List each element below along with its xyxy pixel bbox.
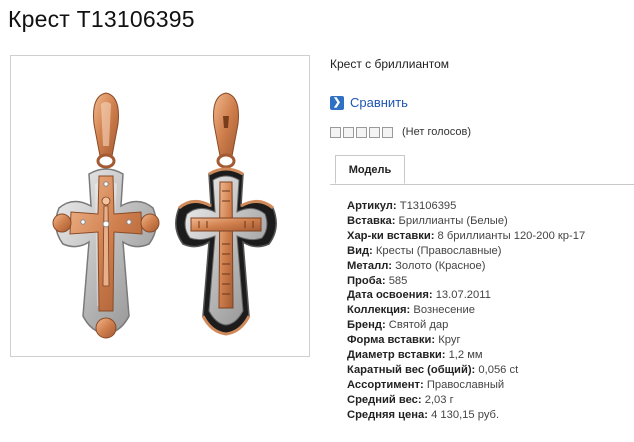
spec-row: Вид: Кресты (Православные) (347, 244, 585, 259)
votes-count: (Нет голосов) (402, 126, 472, 138)
spec-label: Артикул: (347, 200, 397, 212)
spec-value: 13.07.2011 (435, 289, 491, 302)
rating-star-3[interactable] (356, 126, 367, 138)
spec-row: Каратный вес (общий): 0,056 ct (347, 363, 585, 378)
spec-label: Средняя цена: (347, 408, 428, 421)
cross-back (175, 92, 277, 336)
spec-value: Кресты (Православные) (375, 244, 502, 257)
compare-label[interactable]: Сравнить (350, 95, 408, 110)
spec-row: Форма вставки: Круг (347, 333, 585, 348)
spec-row: Артикул: T13106395 (347, 199, 585, 214)
spec-value: Круг (438, 334, 461, 347)
rating-star-4[interactable] (369, 126, 380, 138)
spec-value: T13106395 (399, 200, 457, 212)
spec-label: Вставка: (347, 214, 396, 227)
spec-value: 4 130,15 руб. (431, 408, 500, 421)
spec-value: Бриллианты (Белые) (398, 214, 508, 227)
cross-front (52, 92, 160, 339)
spec-row: Проба: 585 (347, 274, 585, 289)
rating-star-2[interactable] (343, 126, 354, 138)
spec-label: Каратный вес (общий): (347, 363, 476, 376)
specs-list: Артикул: T13106395 Вставка: Бриллианты (… (347, 199, 585, 423)
spec-label: Коллекция: (347, 304, 411, 317)
spec-value: Вознесение (413, 304, 475, 317)
spec-label: Вид: (347, 244, 373, 257)
arrow-right-icon[interactable]: ❯ (330, 95, 344, 110)
rating-star-5[interactable] (382, 126, 393, 138)
spec-label: Дата освоения: (347, 289, 433, 302)
page-title: Крест T13106395 (8, 6, 195, 32)
rating-widget[interactable]: (Нет голосов) (330, 126, 471, 138)
spec-row: Металл: Золото (Красное) (347, 259, 585, 274)
spec-row: Ассортимент: Православный (347, 378, 585, 393)
cross-pendant-image (52, 92, 277, 339)
spec-value: Золото (Красное) (395, 259, 486, 272)
rating-star-1[interactable] (330, 126, 341, 138)
spec-row: Диаметр вставки: 1,2 мм (347, 348, 585, 363)
product-subtitle: Крест с бриллиантом (330, 57, 450, 71)
tabs-divider (330, 184, 634, 185)
spec-label: Средний вес: (347, 393, 422, 406)
spec-value: Святой дар (388, 319, 449, 332)
spec-value: 2,03 г (424, 393, 454, 406)
spec-row: Вставка: Бриллианты (Белые) (347, 214, 585, 229)
spec-label: Бренд: (347, 319, 386, 332)
spec-value: Православный (426, 378, 505, 391)
spec-row: Коллекция: Вознесение (347, 303, 585, 318)
spec-value: 1,2 мм (448, 349, 483, 362)
spec-label: Хар-ки вставки: (347, 229, 435, 242)
spec-label: Ассортимент: (347, 378, 424, 391)
tab-model[interactable]: Модель (335, 155, 405, 184)
spec-row: Хар-ки вставки: 8 бриллианты 120-200 кр-… (347, 229, 585, 244)
spec-value: 585 (388, 274, 408, 287)
spec-row: Бренд: Святой дар (347, 318, 585, 333)
spec-row: Дата освоения: 13.07.2011 (347, 288, 585, 303)
spec-label: Форма вставки: (347, 334, 436, 347)
spec-label: Металл: (347, 259, 393, 272)
spec-label: Диаметр вставки: (347, 349, 446, 362)
spec-row: Средняя цена: 4 130,15 руб. (347, 408, 585, 423)
spec-label: Проба: (347, 274, 386, 287)
spec-row: Средний вес: 2,03 г (347, 393, 585, 408)
spec-value: 0,056 ct (478, 363, 519, 376)
compare-link[interactable]: ❯ Сравнить (330, 95, 408, 110)
spec-value: 8 бриллианты 120-200 кр-17 (437, 229, 586, 242)
product-image-frame[interactable] (10, 55, 310, 357)
